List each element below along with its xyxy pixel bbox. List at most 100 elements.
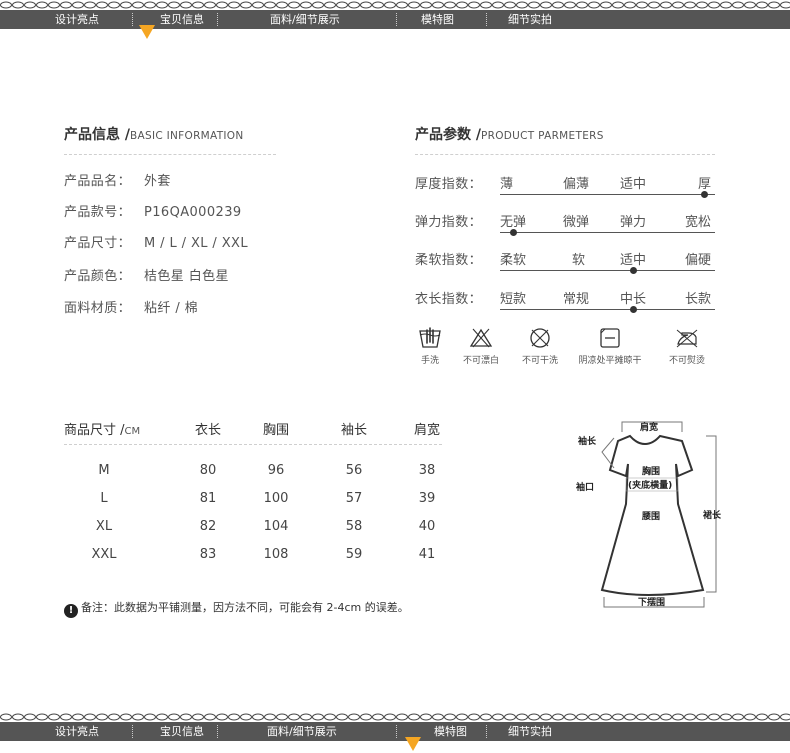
divider — [415, 154, 715, 155]
nav-separator — [132, 13, 133, 26]
param-row-thickness: 厚度指数： 薄 偏薄 适中 厚 — [415, 173, 715, 203]
param-option: 弹力 — [620, 215, 647, 230]
size-table-header-sleeve: 袖长 — [340, 423, 367, 438]
bottom-nav: 设计亮点 宝贝信息 面料/细节展示 模特图 细节实拍 — [0, 712, 790, 751]
nav-separator — [132, 725, 133, 738]
table-cell: 96 — [267, 463, 285, 478]
param-option: 微弹 — [563, 215, 590, 230]
nav-separator — [396, 725, 397, 738]
param-option: 适中 — [620, 253, 647, 268]
param-option: 柔软 — [500, 253, 527, 268]
size-table-header-size: 商品尺寸 /CM — [64, 423, 141, 438]
table-cell-size: L — [100, 491, 108, 506]
neckline — [629, 435, 661, 445]
active-nav-marker — [139, 25, 155, 39]
top-nav-strip: 设计亮点 宝贝信息 面料/细节展示 模特图 细节实拍 — [0, 10, 790, 29]
param-scale-line — [500, 194, 715, 195]
param-scale-line — [500, 232, 715, 233]
info-row-style-number: 产品款号： P16QA000239 — [64, 205, 242, 220]
param-option: 常规 — [563, 292, 590, 307]
nav-separator — [217, 725, 218, 738]
exclamation-icon: ! — [64, 604, 78, 618]
nav-separator — [396, 13, 397, 26]
nav-separator — [486, 725, 487, 738]
active-nav-marker — [405, 737, 421, 751]
info-row-colors: 产品颜色： 桔色星 白色星 — [64, 269, 229, 284]
product-parameters-heading: 产品参数 /PRODUCT PARMETERS — [415, 127, 604, 143]
table-cell: 39 — [418, 491, 436, 506]
nav-item-model-photos[interactable]: 模特图 — [421, 10, 454, 29]
label-chest: 胸围 — [642, 465, 660, 477]
table-cell: 83 — [199, 547, 217, 562]
size-table-header-length: 衣长 — [194, 423, 221, 438]
table-cell: 108 — [263, 547, 289, 562]
param-row-elasticity: 弹力指数： 无弹 微弹 弹力 宽松 — [415, 211, 715, 241]
hand-wash-icon — [419, 327, 441, 348]
nav-item-product-info[interactable]: 宝贝信息 — [160, 722, 204, 741]
param-selected-dot — [629, 306, 637, 313]
table-cell-size: M — [98, 463, 110, 478]
param-row-softness: 柔软指数： 柔软 软 适中 偏硬 — [415, 249, 715, 279]
param-selected-dot — [701, 191, 708, 198]
table-cell: 56 — [345, 463, 363, 478]
care-no-dry-clean: 不可干洗 — [500, 326, 580, 366]
no-iron-icon — [676, 329, 698, 348]
param-selected-dot — [629, 267, 637, 274]
table-cell: 104 — [263, 519, 289, 534]
divider — [64, 154, 276, 155]
nav-item-product-info[interactable]: 宝贝信息 — [160, 10, 204, 29]
label-sleeve: 袖长 — [577, 435, 597, 447]
nav-separator — [486, 13, 487, 26]
param-scale-line — [500, 309, 715, 310]
param-selected-dot — [509, 229, 517, 236]
table-cell: 81 — [199, 491, 217, 506]
table-cell: 100 — [263, 491, 289, 506]
info-row-sizes: 产品尺寸： M / L / XL / XXL — [64, 236, 248, 251]
label-hem: 下摆围 — [638, 596, 665, 608]
label-shoulder: 肩宽 — [639, 421, 658, 433]
param-option: 中长 — [620, 292, 647, 307]
table-cell-size: XL — [95, 519, 113, 534]
param-option: 适中 — [620, 177, 647, 192]
top-nav: 设计亮点 宝贝信息 面料/细节展示 模特图 细节实拍 — [0, 0, 790, 39]
bottom-nav-strip: 设计亮点 宝贝信息 面料/细节展示 模特图 细节实拍 — [0, 722, 790, 741]
param-option: 宽松 — [685, 215, 712, 230]
nav-item-fabric-details[interactable]: 面料/细节展示 — [267, 722, 337, 741]
table-cell: 80 — [199, 463, 217, 478]
chain-border-top — [0, 0, 790, 10]
param-row-length: 衣长指数： 短款 常规 中长 长款 — [415, 288, 715, 318]
nav-item-detail-shots[interactable]: 细节实拍 — [508, 722, 552, 741]
divider — [64, 444, 442, 445]
param-option: 无弹 — [500, 215, 527, 230]
nav-item-design-highlights[interactable]: 设计亮点 — [55, 722, 99, 741]
param-scale-line — [500, 270, 715, 271]
table-cell: 40 — [418, 519, 436, 534]
table-cell: 82 — [199, 519, 217, 534]
param-option: 软 — [572, 253, 586, 268]
table-cell: 38 — [418, 463, 436, 478]
nav-item-fabric-details[interactable]: 面料/细节展示 — [270, 10, 340, 29]
care-no-iron: 不可熨烫 — [647, 326, 727, 366]
nav-item-detail-shots[interactable]: 细节实拍 — [508, 10, 552, 29]
size-table-header-chest: 胸围 — [262, 423, 289, 438]
nav-separator — [217, 13, 218, 26]
label-waist: 腰围 — [641, 511, 660, 522]
param-option: 薄 — [500, 177, 514, 192]
label-chest-note: (夹底横量) — [628, 479, 672, 491]
label-cuff: 袖口 — [575, 481, 594, 493]
table-cell: 58 — [345, 519, 363, 534]
info-row-name: 产品品名： 外套 — [64, 174, 171, 189]
measurement-note: ! 备注：此数据为平铺测量，因方法不同，可能会有 2-4cm 的误差。 — [64, 599, 409, 618]
table-cell-size: XXL — [91, 547, 117, 562]
label-length: 裙长 — [703, 509, 722, 521]
param-option: 厚 — [698, 177, 712, 192]
table-cell: 41 — [418, 547, 436, 562]
param-option: 偏薄 — [563, 177, 590, 192]
param-option: 长款 — [685, 292, 712, 307]
chain-border-bottom — [0, 712, 790, 722]
size-table-header-shoulder: 肩宽 — [413, 423, 440, 438]
nav-item-model-photos[interactable]: 模特图 — [434, 722, 467, 741]
no-bleach-icon — [469, 328, 493, 348]
nav-item-design-highlights[interactable]: 设计亮点 — [55, 10, 99, 29]
table-cell: 57 — [345, 491, 363, 506]
